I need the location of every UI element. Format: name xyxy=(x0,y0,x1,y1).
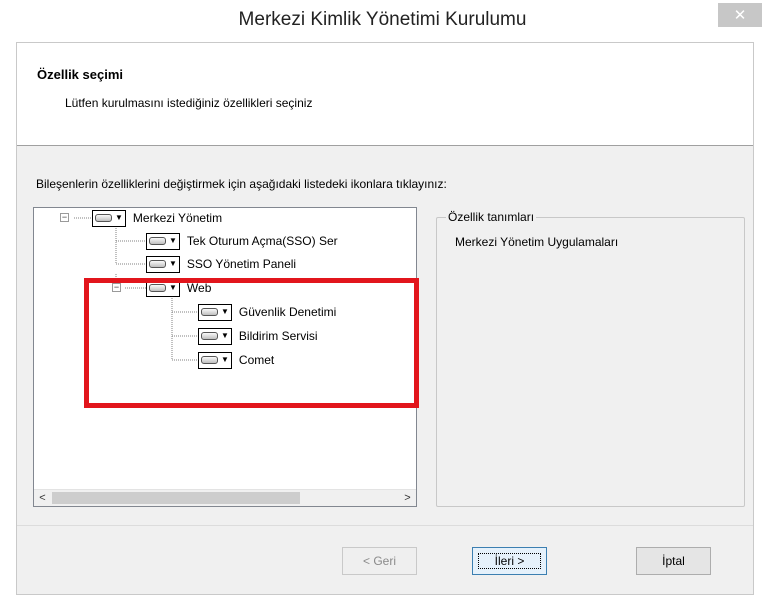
feature-state-dropdown[interactable]: ▼ xyxy=(146,279,180,297)
close-icon: ✕ xyxy=(733,7,747,24)
tree-item-label: Güvenlik Denetimi xyxy=(238,305,337,319)
feature-state-dropdown[interactable]: ▼ xyxy=(146,232,180,250)
description-legend: Özellik tanımları xyxy=(446,210,537,224)
feature-tree[interactable]: − − ▼ Merkezi Yönetim ▼ Tek Oturum Açma(… xyxy=(33,207,417,507)
caret-down-icon: ▼ xyxy=(221,331,229,340)
description-text: Merkezi Yönetim Uygulamaları xyxy=(455,235,619,249)
feature-state-dropdown[interactable]: ▼ xyxy=(198,303,232,321)
drive-icon xyxy=(95,214,112,222)
feature-state-dropdown[interactable]: ▼ xyxy=(198,327,232,345)
drive-icon xyxy=(149,284,166,292)
tree-item-sso[interactable]: ▼ Tek Oturum Açma(SSO) Ser xyxy=(146,231,338,251)
installer-window: Merkezi Kimlik Yönetimi Kurulumu ✕ Özell… xyxy=(0,0,765,601)
page-title: Özellik seçimi xyxy=(37,67,123,82)
drive-icon xyxy=(149,260,166,268)
tree-item-bildirim-servisi[interactable]: ▼ Bildirim Servisi xyxy=(198,326,318,346)
next-button[interactable]: İleri > xyxy=(472,547,547,575)
tree-item-comet[interactable]: ▼ Comet xyxy=(198,350,274,370)
dialog-client-area: Özellik seçimi Lütfen kurulmasını istedi… xyxy=(16,42,754,595)
tree-item-label: Merkezi Yönetim xyxy=(132,211,223,225)
expand-toggle-web[interactable]: − xyxy=(112,283,121,292)
drive-icon xyxy=(149,237,166,245)
drive-icon xyxy=(201,332,218,340)
caret-down-icon: ▼ xyxy=(169,283,177,292)
window-title: Merkezi Kimlik Yönetimi Kurulumu xyxy=(238,9,527,30)
caret-down-icon: ▼ xyxy=(115,213,123,222)
tree-item-merkezi-yonetim[interactable]: ▼ Merkezi Yönetim xyxy=(92,208,222,228)
wizard-footer: < Geri İleri > İptal xyxy=(17,525,753,595)
title-bar: Merkezi Kimlik Yönetimi Kurulumu ✕ xyxy=(0,0,765,42)
wizard-header: Özellik seçimi Lütfen kurulmasını istedi… xyxy=(17,43,753,146)
tree-item-sso-yonetim-paneli[interactable]: ▼ SSO Yönetim Paneli xyxy=(146,254,296,274)
feature-state-dropdown[interactable]: ▼ xyxy=(198,351,232,369)
tree-item-web[interactable]: ▼ Web xyxy=(146,278,211,298)
horizontal-scrollbar[interactable]: < > xyxy=(34,489,416,506)
tree-item-guvenlik-denetimi[interactable]: ▼ Güvenlik Denetimi xyxy=(198,302,336,322)
tree-item-label: Comet xyxy=(238,353,275,367)
close-button[interactable]: ✕ xyxy=(718,3,762,27)
caret-down-icon: ▼ xyxy=(221,307,229,316)
feature-description-group: Özellik tanımları Merkezi Yönetim Uygula… xyxy=(436,210,745,507)
tree-item-label: Bildirim Servisi xyxy=(238,329,318,343)
scroll-right-arrow[interactable]: > xyxy=(399,490,416,506)
feature-state-dropdown[interactable]: ▼ xyxy=(146,255,180,273)
scroll-left-arrow[interactable]: < xyxy=(34,490,51,506)
expand-toggle-merkezi-yonetim[interactable]: − xyxy=(60,213,69,222)
back-button[interactable]: < Geri xyxy=(342,547,417,575)
scrollbar-thumb[interactable] xyxy=(52,492,300,504)
cancel-button[interactable]: İptal xyxy=(636,547,711,575)
cancel-button-label: İptal xyxy=(662,554,685,568)
back-button-label: < Geri xyxy=(362,554,396,568)
caret-down-icon: ▼ xyxy=(169,259,177,268)
tree-item-label: Tek Oturum Açma(SSO) Ser xyxy=(186,234,338,248)
drive-icon xyxy=(201,356,218,364)
caret-down-icon: ▼ xyxy=(221,355,229,364)
caret-down-icon: ▼ xyxy=(169,236,177,245)
feature-state-dropdown[interactable]: ▼ xyxy=(92,209,126,227)
tree-item-label: Web xyxy=(186,281,212,295)
page-subtitle: Lütfen kurulmasını istediğiniz özellikle… xyxy=(65,96,313,110)
instruction-text: Bileşenlerin özelliklerini değiştirmek i… xyxy=(36,177,447,191)
tree-item-label: SSO Yönetim Paneli xyxy=(186,257,297,271)
drive-icon xyxy=(201,308,218,316)
next-button-label: İleri > xyxy=(477,553,542,569)
